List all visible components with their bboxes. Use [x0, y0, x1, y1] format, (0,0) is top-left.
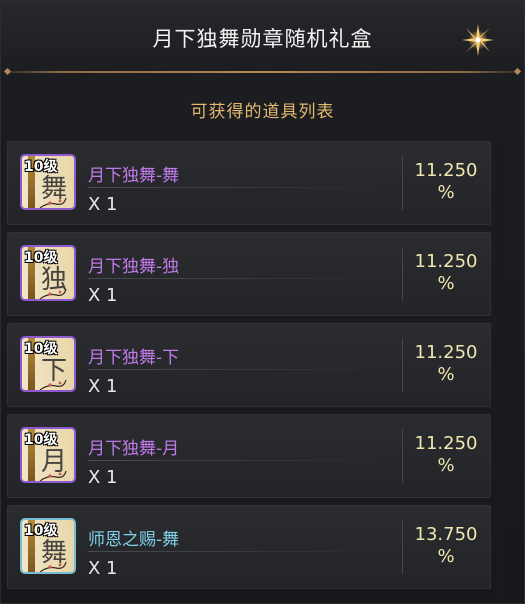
plum-branch-icon: [39, 561, 67, 572]
drop-chance-percent: %: [437, 273, 455, 294]
column-separator: [402, 429, 403, 483]
title-divider: [7, 71, 518, 73]
title-bar: 月下独舞勋章随机礼盒: [1, 1, 524, 73]
item-icon[interactable]: 舞 10级: [20, 518, 76, 574]
name-underline: [88, 551, 388, 552]
drop-chance-value: 11.250: [414, 342, 478, 363]
close-button[interactable]: [457, 21, 499, 59]
item-name: 月下独舞-舞: [88, 166, 180, 186]
name-underline: [88, 369, 388, 370]
column-separator: [402, 247, 403, 301]
drop-chance-percent: %: [437, 182, 455, 203]
drop-chance: 13.750 %: [406, 524, 486, 568]
item-icon[interactable]: 独 10级: [20, 245, 76, 301]
item-level-badge: 10级: [24, 250, 58, 266]
plum-branch-icon: [39, 288, 67, 299]
drop-chance: 11.250 %: [406, 160, 486, 204]
drop-chance-value: 11.250: [414, 160, 478, 181]
drop-chance-percent: %: [437, 455, 455, 476]
close-star-icon: [462, 24, 494, 56]
drop-chance-value: 11.250: [414, 251, 478, 272]
column-separator: [402, 520, 403, 574]
gift-box-window: 月下独舞勋章随机礼盒 可获得的道具列表 舞 10级 月下独舞-舞 X 1 11.…: [0, 0, 525, 604]
item-level-badge: 10级: [24, 341, 58, 357]
item-level-badge: 10级: [24, 523, 58, 539]
item-quantity: X 1: [88, 558, 118, 579]
name-underline: [88, 278, 388, 279]
item-level-badge: 10级: [24, 432, 58, 448]
item-quantity: X 1: [88, 376, 118, 397]
window-title: 月下独舞勋章随机礼盒: [152, 27, 373, 51]
name-underline: [88, 187, 388, 188]
item-name: 月下独舞-月: [88, 439, 180, 459]
list-heading: 可获得的道具列表: [190, 102, 335, 122]
list-item: 独 10级 月下独舞-独 X 1 11.250 %: [7, 232, 491, 316]
name-underline: [88, 460, 388, 461]
drop-chance-percent: %: [437, 364, 455, 385]
list-scrollbar[interactable]: [496, 141, 504, 601]
drop-chance: 11.250 %: [406, 342, 486, 386]
item-icon[interactable]: 下 10级: [20, 336, 76, 392]
item-name: 月下独舞-下: [88, 348, 180, 368]
item-icon[interactable]: 月 10级: [20, 427, 76, 483]
plum-branch-icon: [39, 197, 67, 208]
drop-chance-value: 13.750: [414, 524, 478, 545]
drop-chance-percent: %: [437, 546, 455, 567]
column-separator: [402, 156, 403, 210]
list-item: 下 10级 月下独舞-下 X 1 11.250 %: [7, 323, 491, 407]
list-item: 舞 10级 师恩之赐-舞 X 1 13.750 %: [7, 505, 491, 589]
item-icon[interactable]: 舞 10级: [20, 154, 76, 210]
item-quantity: X 1: [88, 194, 118, 215]
item-level-badge: 10级: [24, 159, 58, 175]
item-quantity: X 1: [88, 467, 118, 488]
list-item: 月 10级 月下独舞-月 X 1 11.250 %: [7, 414, 491, 498]
drop-chance-value: 11.250: [414, 433, 478, 454]
item-name: 月下独舞-独: [88, 257, 180, 277]
plum-branch-icon: [39, 470, 67, 481]
item-quantity: X 1: [88, 285, 118, 306]
item-name: 师恩之赐-舞: [88, 530, 180, 550]
plum-branch-icon: [39, 379, 67, 390]
list-item: 舞 10级 月下独舞-舞 X 1 11.250 %: [7, 141, 491, 225]
column-separator: [402, 338, 403, 392]
drop-chance: 11.250 %: [406, 433, 486, 477]
drop-chance: 11.250 %: [406, 251, 486, 295]
